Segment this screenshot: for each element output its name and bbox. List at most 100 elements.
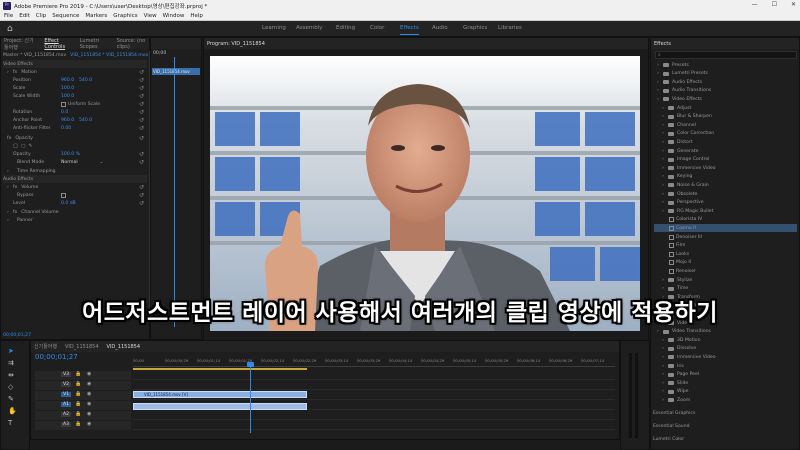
toggle-output-icon[interactable]: ◉ xyxy=(87,401,91,407)
track-select-icon[interactable]: ⇉ xyxy=(8,359,14,367)
effects-tree-item[interactable]: › Distort xyxy=(654,138,797,146)
chevron-right-icon[interactable]: › xyxy=(654,97,659,102)
anchor-x[interactable]: 960.0 xyxy=(61,118,79,123)
mini-playhead[interactable] xyxy=(174,57,175,327)
menu-markers[interactable]: Markers xyxy=(85,13,107,19)
effects-tree-item[interactable]: › Channel xyxy=(654,121,797,129)
chevron-right-icon[interactable]: › xyxy=(654,346,664,351)
menu-window[interactable]: Window xyxy=(163,13,185,19)
effects-tree-item[interactable]: › Generate xyxy=(654,147,797,155)
playhead[interactable] xyxy=(250,363,251,433)
level-row[interactable]: Level 0.0 dB ↺ xyxy=(3,199,147,207)
effects-tree-item[interactable]: › RG Magic Bullet xyxy=(654,207,797,215)
effects-tree-item[interactable]: › Lumetri Presets xyxy=(654,70,797,78)
chevron-right-icon[interactable]: › xyxy=(654,114,664,119)
pen-mask-icon[interactable]: ✎ xyxy=(29,144,33,149)
workspace-tab-effects[interactable]: Effects xyxy=(400,25,419,35)
track-header[interactable]: V1 🔒 ◉ xyxy=(35,391,131,400)
close-button[interactable]: ✕ xyxy=(791,1,796,8)
footer-lumetri-color[interactable]: Lumetri Color xyxy=(653,435,797,443)
uniform-scale-checkbox[interactable] xyxy=(61,101,66,107)
reset-icon[interactable]: ↺ xyxy=(139,125,144,132)
workspace-tab-editing[interactable]: Editing xyxy=(336,25,355,31)
workspace-tab-audio[interactable]: Audio xyxy=(432,25,448,31)
effects-tree-item[interactable]: › Wipe xyxy=(654,388,797,396)
position-y[interactable]: 540.0 xyxy=(79,78,92,83)
effects-search-input[interactable]: ⌕ xyxy=(655,51,797,59)
chevron-right-icon[interactable]: › xyxy=(654,209,664,214)
track-lane[interactable] xyxy=(133,371,615,380)
chevron-right-icon[interactable]: › xyxy=(654,106,664,111)
chevron-right-icon[interactable]: › xyxy=(654,71,659,76)
scale-row[interactable]: Scale 100.0 ↺ xyxy=(3,84,147,92)
effects-tree-item[interactable]: Film xyxy=(654,242,797,250)
effects-tree-item[interactable]: Colorista IV xyxy=(654,216,797,224)
scale-value[interactable]: 100.0 xyxy=(61,86,74,91)
reset-icon[interactable]: ↺ xyxy=(139,159,144,166)
workspace-tab-learning[interactable]: Learning xyxy=(262,25,286,31)
razor-tool-icon[interactable]: ◇ xyxy=(8,383,13,391)
tab-lumetri-scopes[interactable]: Lumetri Scopes xyxy=(80,38,109,50)
track-lane[interactable] xyxy=(133,381,615,390)
menu-graphics[interactable]: Graphics xyxy=(113,13,137,19)
track-label[interactable]: A2 xyxy=(61,412,72,417)
home-icon[interactable]: ⌂ xyxy=(7,24,13,34)
workspace-tab-libraries[interactable]: Libraries xyxy=(498,25,522,31)
effects-tree-item[interactable]: › Presets xyxy=(654,61,797,69)
workspace-tab-graphics[interactable]: Graphics xyxy=(463,25,487,31)
timeline-timecode[interactable]: 00;00;01;27 xyxy=(35,353,78,361)
program-title[interactable]: Program: VID_1151854 xyxy=(207,41,265,47)
effects-tree-item[interactable]: › Iris xyxy=(654,362,797,370)
menu-view[interactable]: View xyxy=(144,13,157,19)
playhead-handle[interactable] xyxy=(247,362,254,367)
mini-clip[interactable]: VID_1151854.mov xyxy=(152,68,200,75)
effects-tree-item[interactable]: Cosmo II xyxy=(654,224,797,233)
effects-tree-item[interactable]: › Page Peel xyxy=(654,371,797,379)
position-row[interactable]: Position 960.0 540.0 ↺ xyxy=(3,76,147,84)
uniform-scale-row[interactable]: Uniform Scale ↺ xyxy=(3,100,147,108)
audio-clip[interactable] xyxy=(133,403,307,410)
pen-tool-icon[interactable]: ✎ xyxy=(8,395,14,403)
chevron-right-icon[interactable]: › xyxy=(654,80,659,85)
chevron-right-icon[interactable]: › xyxy=(654,398,664,403)
tab-effect-controls[interactable]: Effect Controls xyxy=(44,38,71,50)
tab-source[interactable]: Source: (no clips) xyxy=(117,38,149,50)
minimize-button[interactable]: — xyxy=(752,1,758,8)
channel-volume-row[interactable]: › fx Channel Volume xyxy=(3,208,147,216)
sequence-label[interactable]: VID_1151854 * VID_1151854.mov xyxy=(70,53,148,58)
reset-icon[interactable]: ↺ xyxy=(139,77,144,84)
reset-icon[interactable]: ↺ xyxy=(139,85,144,92)
reset-icon[interactable]: ↺ xyxy=(139,184,144,191)
effects-tree-item[interactable]: › Slide xyxy=(654,379,797,387)
timeline-tab-3[interactable]: VID_1151854 xyxy=(107,344,141,350)
chevron-right-icon[interactable]: › xyxy=(654,286,664,291)
track-label[interactable]: V1 xyxy=(61,392,72,397)
anchor-y[interactable]: 540.0 xyxy=(79,118,92,123)
chevron-right-icon[interactable]: › xyxy=(654,88,659,93)
chevron-right-icon[interactable]: › xyxy=(654,131,664,136)
track-header[interactable]: V3 🔒 ◉ xyxy=(35,371,131,380)
chevron-right-icon[interactable]: › xyxy=(654,355,664,360)
anchor-row[interactable]: Anchor Point 960.0 540.0 ↺ xyxy=(3,116,147,124)
effects-title[interactable]: Effects xyxy=(654,41,671,47)
reset-icon[interactable]: ↺ xyxy=(139,192,144,199)
time-ruler[interactable]: 00;00 00;00;00;29 00;00;01;14 00;00;01;29 00… xyxy=(133,358,619,365)
volume-row[interactable]: › fx Volume ↺ xyxy=(3,183,147,191)
effects-tree-item[interactable]: Renoiser xyxy=(654,267,797,275)
work-area-bar[interactable] xyxy=(133,368,307,370)
effects-tree-item[interactable]: › Time xyxy=(654,285,797,293)
reset-icon[interactable]: ↺ xyxy=(139,117,144,124)
reset-icon[interactable]: ↺ xyxy=(139,135,144,142)
video-clip[interactable]: VID_1151854.mov [V] xyxy=(133,391,307,398)
track-header[interactable]: A2 🔒 ◉ xyxy=(35,411,131,420)
effects-tree-item[interactable]: › 3D Motion xyxy=(654,336,797,344)
rect-mask-icon[interactable]: ▢ xyxy=(21,144,25,149)
effects-tree-item[interactable]: Denoiser III xyxy=(654,233,797,241)
toggle-output-icon[interactable]: ◉ xyxy=(87,371,91,377)
effects-tree-item[interactable]: › Adjust xyxy=(654,104,797,112)
effects-tree-item[interactable]: › Stylize xyxy=(654,276,797,284)
lock-icon[interactable]: 🔒 xyxy=(75,371,81,377)
panner-row[interactable]: › Panner xyxy=(3,216,147,224)
toggle-output-icon[interactable]: ◉ xyxy=(87,391,91,397)
effects-tree-item[interactable]: › Audio Effects xyxy=(654,78,797,86)
